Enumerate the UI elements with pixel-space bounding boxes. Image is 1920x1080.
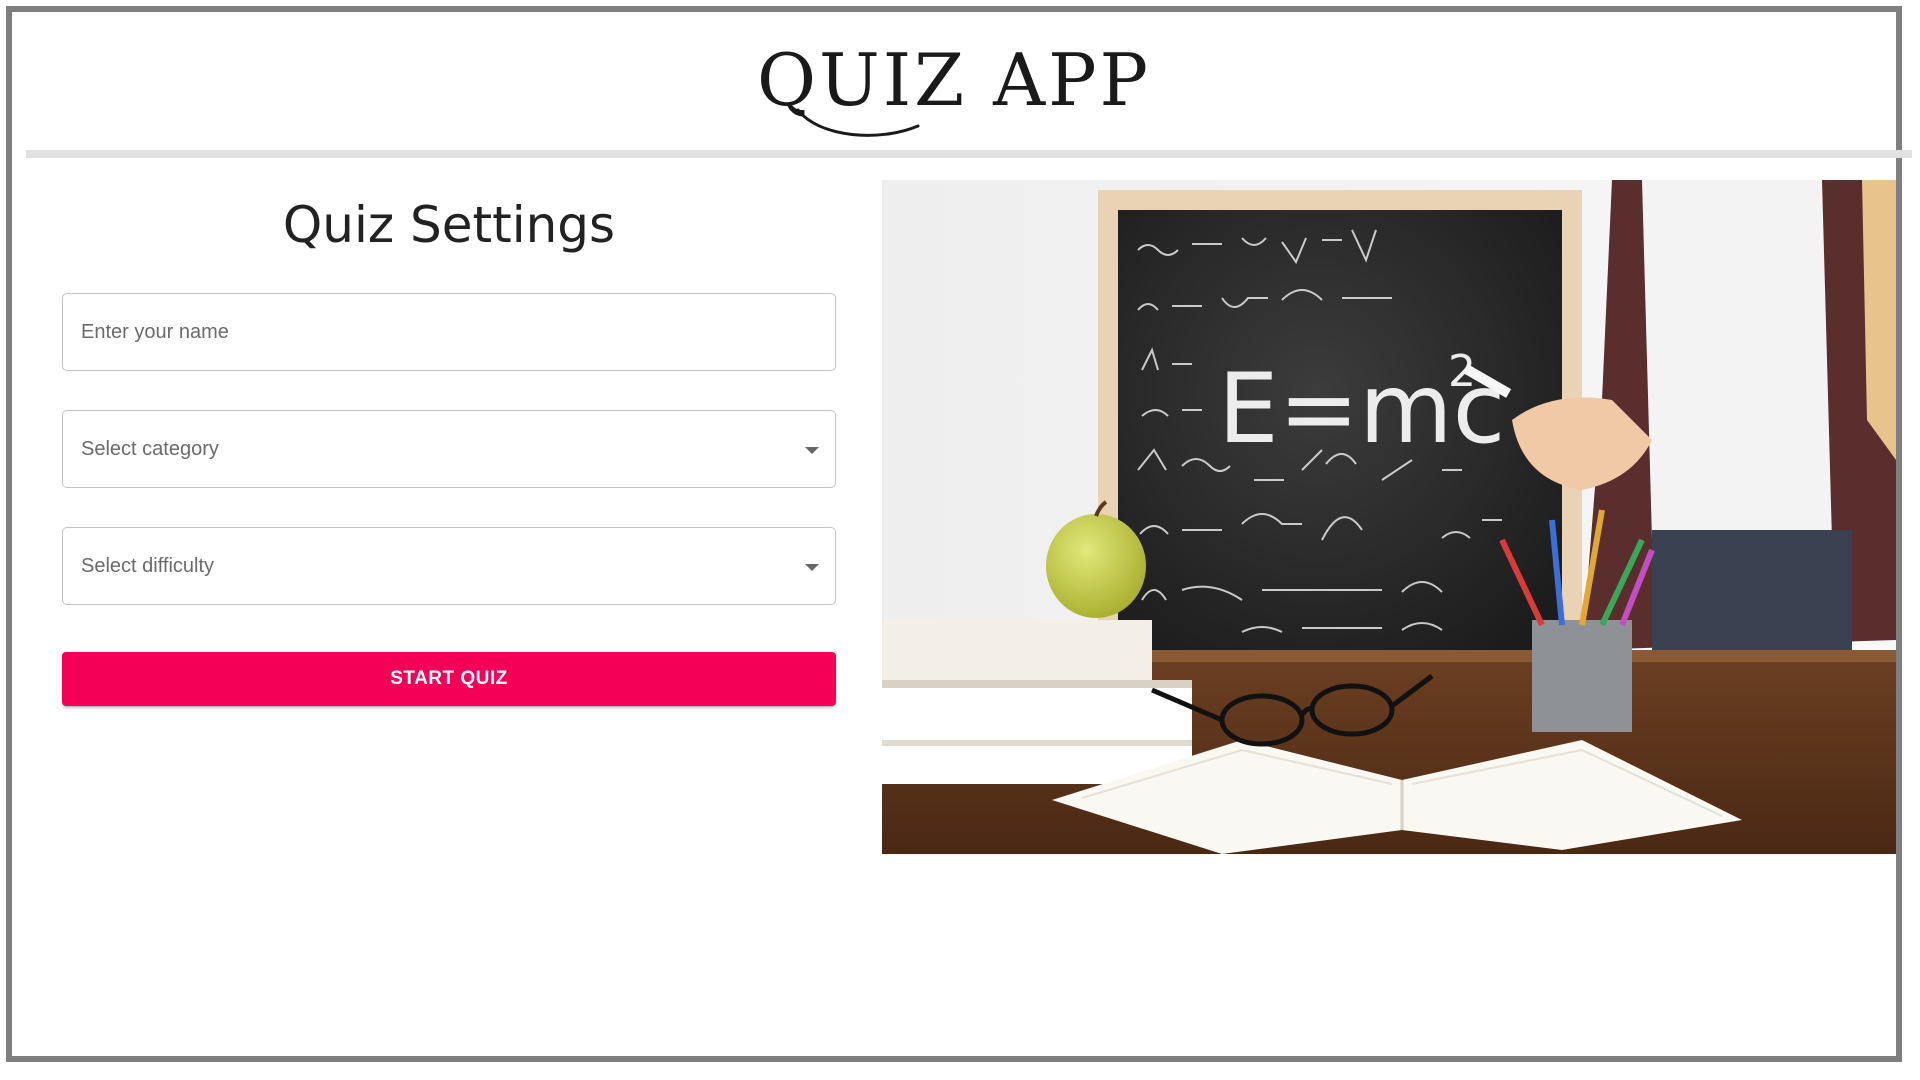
chevron-down-icon (805, 564, 819, 571)
category-select-value: Select category (81, 438, 219, 460)
hero-image: E=mc 2 (882, 180, 1896, 854)
category-select[interactable]: Select category (62, 410, 836, 488)
name-field[interactable] (62, 293, 836, 371)
pencil-cup (1532, 620, 1632, 732)
difficulty-select[interactable]: Select difficulty (62, 527, 836, 605)
quiz-settings-title: Quiz Settings (282, 196, 616, 254)
start-quiz-button[interactable]: START QUIZ (62, 652, 836, 706)
name-input[interactable] (63, 294, 835, 370)
teacher-shirt (1642, 180, 1832, 540)
apple (1046, 514, 1146, 618)
app-title: QUIZ APP (757, 38, 1151, 122)
title-swash-decoration (796, 108, 920, 137)
classroom-illustration: E=mc 2 (882, 180, 1896, 854)
teacher-hair (1862, 180, 1896, 460)
book-stack (882, 620, 1152, 684)
difficulty-select-value: Select difficulty (81, 555, 215, 577)
app-frame: QUIZ APP Quiz Settings Select category S… (6, 6, 1912, 1062)
app-header: QUIZ APP (12, 12, 1896, 150)
chevron-down-icon (805, 447, 819, 454)
header-divider (26, 150, 1912, 158)
